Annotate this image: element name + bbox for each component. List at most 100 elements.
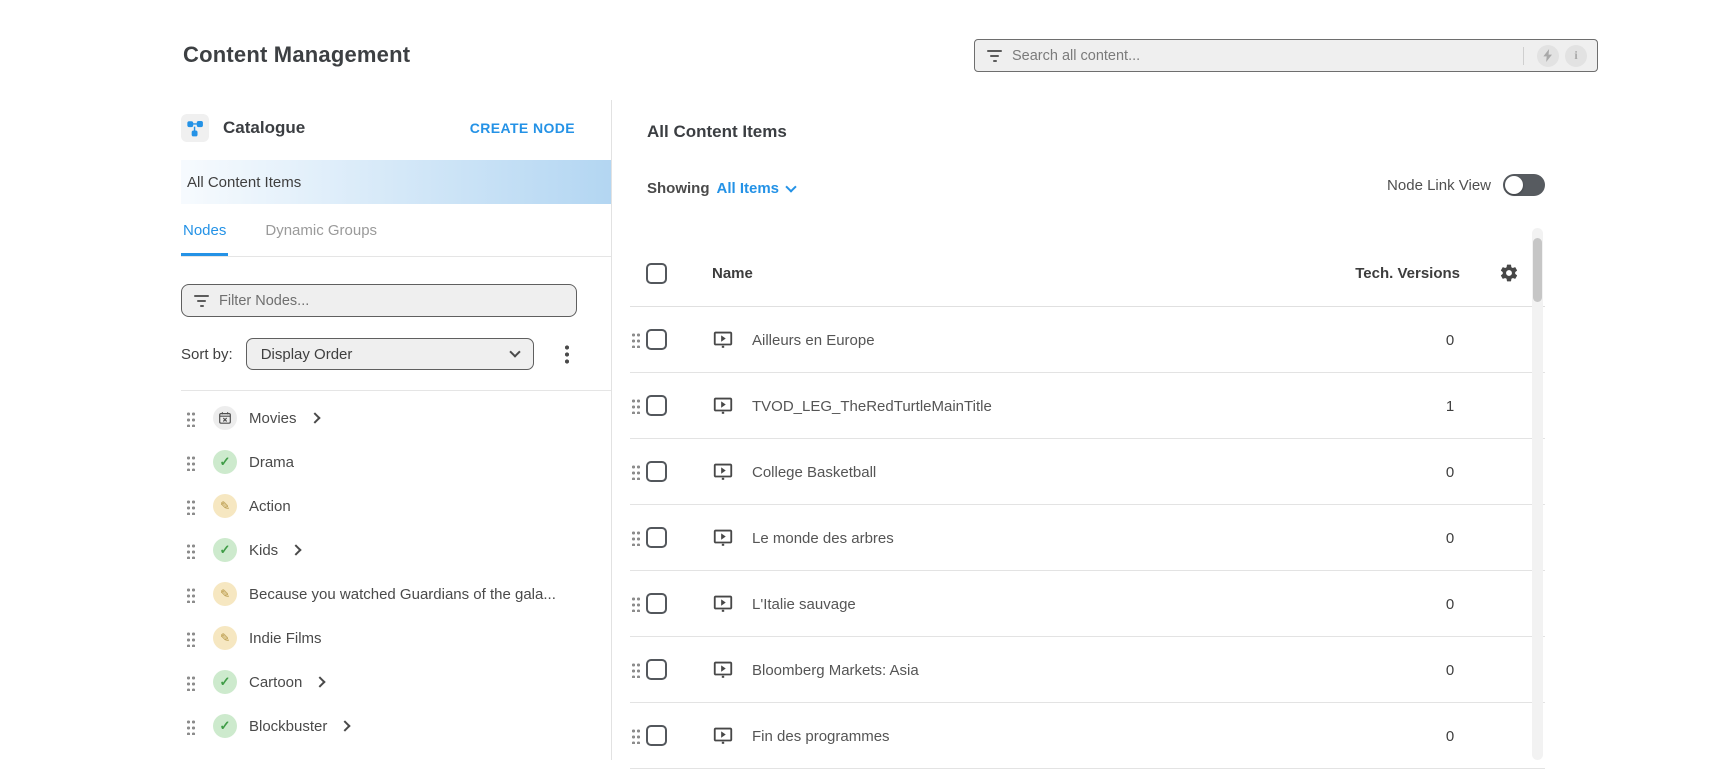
- gear-icon[interactable]: [1499, 263, 1519, 288]
- sort-order-value: Display Order: [261, 346, 353, 363]
- drag-handle-icon[interactable]: [631, 595, 641, 612]
- sort-order-select[interactable]: Display Order: [246, 338, 534, 370]
- sidebar-item-all-content-items[interactable]: All Content Items: [181, 160, 611, 204]
- drag-handle-icon[interactable]: [631, 529, 641, 546]
- content-item-name: Ailleurs en Europe: [752, 332, 875, 349]
- draft-pencil-icon: ✎: [213, 494, 237, 518]
- drag-handle-icon[interactable]: [186, 674, 196, 691]
- filter-icon: [194, 295, 209, 307]
- row-checkbox[interactable]: [646, 659, 667, 680]
- row-checkbox[interactable]: [646, 527, 667, 548]
- showing-filter-value: All Items: [717, 180, 780, 197]
- table-scrollbar[interactable]: [1532, 228, 1543, 760]
- node-label: Because you watched Guardians of the gal…: [249, 586, 556, 603]
- catalogue-title: Catalogue: [223, 118, 305, 138]
- row-checkbox[interactable]: [646, 593, 667, 614]
- table-row[interactable]: Fin des programmes 0: [630, 703, 1545, 769]
- drag-handle-icon[interactable]: [631, 397, 641, 414]
- drag-handle-icon[interactable]: [631, 463, 641, 480]
- catalogue-node[interactable]: Movies: [181, 396, 611, 440]
- chevron-right-icon[interactable]: [315, 676, 326, 687]
- showing-label: Showing: [647, 180, 710, 197]
- filter-nodes-box[interactable]: [181, 284, 577, 317]
- sort-by-label: Sort by:: [181, 346, 233, 363]
- filter-nodes-input[interactable]: [219, 293, 564, 309]
- published-check-icon: ✓: [213, 450, 237, 474]
- column-header-tech-versions: Tech. Versions: [1355, 265, 1460, 282]
- chevron-right-icon[interactable]: [309, 412, 320, 423]
- chevron-right-icon[interactable]: [291, 544, 302, 555]
- drag-handle-icon[interactable]: [631, 727, 641, 744]
- node-label: Movies: [249, 410, 297, 427]
- table-row[interactable]: Bloomberg Markets: Asia 0: [630, 637, 1545, 703]
- drag-handle-icon[interactable]: [186, 454, 196, 471]
- separator: [1523, 47, 1524, 65]
- draft-pencil-icon: ✎: [213, 626, 237, 650]
- row-checkbox[interactable]: [646, 461, 667, 482]
- flash-icon[interactable]: [1537, 45, 1559, 67]
- drag-handle-icon[interactable]: [186, 410, 196, 427]
- tab-dynamic-groups[interactable]: Dynamic Groups: [263, 222, 379, 256]
- showing-filter-dropdown[interactable]: All Items: [717, 180, 796, 197]
- row-checkbox[interactable]: [646, 725, 667, 746]
- info-icon[interactable]: i: [1565, 45, 1587, 67]
- chevron-down-icon: [785, 181, 796, 192]
- catalogue-node[interactable]: ✎ Action: [181, 484, 611, 528]
- drag-handle-icon[interactable]: [186, 718, 196, 735]
- tech-versions-value: 0: [1420, 332, 1480, 349]
- published-check-icon: ✓: [213, 670, 237, 694]
- table-row[interactable]: College Basketball 0: [630, 439, 1545, 505]
- column-header-name: Name: [712, 265, 753, 282]
- content-item-name: Fin des programmes: [752, 728, 890, 745]
- catalogue-panel: Catalogue CREATE NODE All Content Items …: [181, 100, 611, 760]
- tech-versions-value: 0: [1420, 530, 1480, 547]
- row-checkbox[interactable]: [646, 329, 667, 350]
- drag-handle-icon[interactable]: [631, 331, 641, 348]
- drag-handle-icon[interactable]: [186, 542, 196, 559]
- catalogue-header: Catalogue CREATE NODE: [181, 114, 575, 142]
- content-table-rows: Ailleurs en Europe 0 TVOD_LEG_TheRedTurt…: [630, 307, 1545, 769]
- drag-handle-icon[interactable]: [186, 498, 196, 515]
- row-checkbox[interactable]: [646, 395, 667, 416]
- scheduled-calendar-icon: [213, 406, 237, 430]
- drag-handle-icon[interactable]: [631, 661, 641, 678]
- table-row[interactable]: L'Italie sauvage 0: [630, 571, 1545, 637]
- catalogue-node[interactable]: ✓ Drama: [181, 440, 611, 484]
- panel-divider: [611, 100, 612, 760]
- table-row[interactable]: Ailleurs en Europe 0: [630, 307, 1545, 373]
- catalogue-node[interactable]: ✎ Indie Films: [181, 616, 611, 660]
- catalogue-node[interactable]: ✓ Cartoon: [181, 660, 611, 704]
- content-item-name: Bloomberg Markets: Asia: [752, 662, 919, 679]
- video-icon: [712, 592, 734, 619]
- node-label: Cartoon: [249, 674, 302, 691]
- kebab-menu-icon[interactable]: [565, 344, 569, 364]
- showing-row: Showing All Items: [647, 180, 795, 197]
- create-node-button[interactable]: CREATE NODE: [470, 120, 575, 136]
- table-header: Name Tech. Versions: [630, 240, 1545, 307]
- video-icon: [712, 658, 734, 685]
- video-icon: [712, 526, 734, 553]
- table-row[interactable]: Le monde des arbres 0: [630, 505, 1545, 571]
- catalogue-node[interactable]: ✓ Kids: [181, 528, 611, 572]
- node-link-view-label: Node Link View: [1387, 177, 1491, 194]
- scrollbar-thumb[interactable]: [1533, 238, 1542, 302]
- chevron-right-icon[interactable]: [340, 720, 351, 731]
- tab-nodes[interactable]: Nodes: [181, 222, 228, 256]
- node-link-view-toggle[interactable]: [1503, 174, 1545, 196]
- drag-handle-icon[interactable]: [186, 586, 196, 603]
- drag-handle-icon[interactable]: [186, 630, 196, 647]
- catalogue-node[interactable]: ✓ Blockbuster: [181, 704, 611, 748]
- catalogue-node[interactable]: ✎ Because you watched Guardians of the g…: [181, 572, 611, 616]
- node-label: Action: [249, 498, 291, 515]
- node-label: Drama: [249, 454, 294, 471]
- node-label: Indie Films: [249, 630, 322, 647]
- sort-row: Sort by: Display Order: [181, 338, 569, 370]
- node-label: Kids: [249, 542, 278, 559]
- selected-item-label: All Content Items: [187, 174, 301, 191]
- search-input[interactable]: [1012, 48, 1523, 64]
- tech-versions-value: 0: [1420, 464, 1480, 481]
- table-row[interactable]: TVOD_LEG_TheRedTurtleMainTitle 1: [630, 373, 1545, 439]
- global-search-bar[interactable]: i: [974, 39, 1598, 72]
- content-panel: All Content Items Showing All Items Node…: [630, 112, 1545, 760]
- select-all-checkbox[interactable]: [646, 263, 667, 284]
